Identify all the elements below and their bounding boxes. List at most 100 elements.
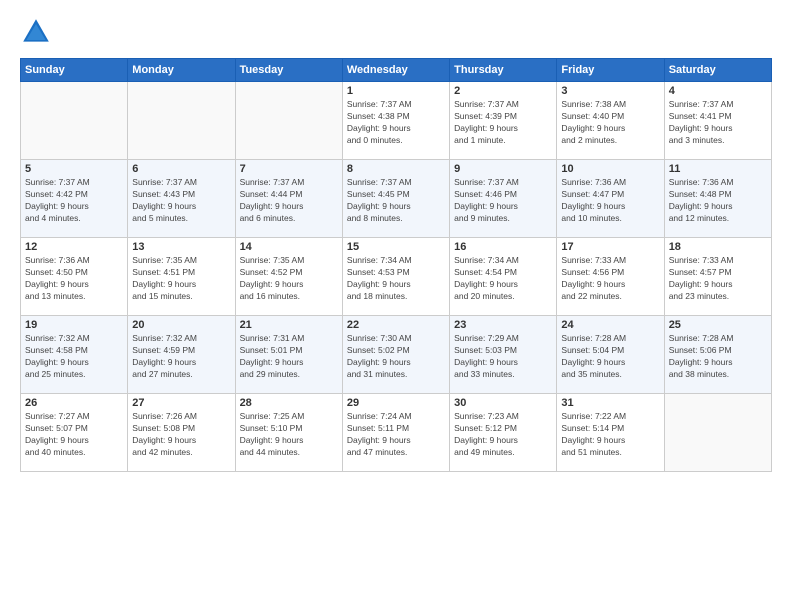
- calendar-cell: 14Sunrise: 7:35 AM Sunset: 4:52 PM Dayli…: [235, 238, 342, 316]
- logo-icon: [20, 16, 52, 48]
- calendar-cell: 31 Sunrise: 7:22 AM Sunset: 5:14 PM Dayli…: [557, 394, 664, 472]
- calendar-cell: 2 Sunrise: 7:37 AM Sunset: 4:39 PM Daylig…: [450, 82, 557, 160]
- day-number: 23: [454, 319, 552, 331]
- week-row-5: 26 Sunrise: 7:27 AM Sunset: 5:07 PM Dayli…: [21, 394, 772, 472]
- day-info: Sunrise: 7:37 AM Sunset: 4:45 PM Dayligh…: [347, 177, 445, 225]
- day-info: Sunrise: 7:37 AM Sunset: 4:43 PM Dayligh…: [132, 177, 230, 225]
- calendar-cell: 27 Sunrise: 7:26 AM Sunset: 5:08 PM Dayli…: [128, 394, 235, 472]
- calendar-cell: 11 Sunrise: 7:36 AM Sunset: 4:48 PM Dayli…: [664, 160, 771, 238]
- calendar-cell: 24Sunrise: 7:28 AM Sunset: 5:04 PM Dayli…: [557, 316, 664, 394]
- day-number: 30: [454, 397, 552, 409]
- calendar-cell: 30Sunrise: 7:23 AM Sunset: 5:12 PM Dayli…: [450, 394, 557, 472]
- calendar-cell: 28 Sunrise: 7:25 AM Sunset: 5:10 PM Dayli…: [235, 394, 342, 472]
- calendar-cell: 7Sunrise: 7:37 AM Sunset: 4:44 PM Daylig…: [235, 160, 342, 238]
- day-info: Sunrise: 7:35 AM Sunset: 4:51 PM Dayligh…: [132, 255, 230, 303]
- day-info: Sunrise: 7:28 AM Sunset: 5:06 PM Dayligh…: [669, 333, 767, 381]
- day-info: Sunrise: 7:33 AM Sunset: 4:56 PM Dayligh…: [561, 255, 659, 303]
- day-header-thursday: Thursday: [450, 59, 557, 82]
- day-number: 22: [347, 319, 445, 331]
- week-row-4: 19 Sunrise: 7:32 AM Sunset: 4:58 PM Dayli…: [21, 316, 772, 394]
- day-number: 31: [561, 397, 659, 409]
- day-number: 21: [240, 319, 338, 331]
- day-number: 17: [561, 241, 659, 253]
- day-number: 25: [669, 319, 767, 331]
- day-number: 20: [132, 319, 230, 331]
- day-number: 28: [240, 397, 338, 409]
- day-info: Sunrise: 7:37 AM Sunset: 4:39 PM Dayligh…: [454, 99, 552, 147]
- calendar-cell: 18Sunrise: 7:33 AM Sunset: 4:57 PM Dayli…: [664, 238, 771, 316]
- day-info: Sunrise: 7:32 AM Sunset: 4:59 PM Dayligh…: [132, 333, 230, 381]
- day-info: Sunrise: 7:33 AM Sunset: 4:57 PM Dayligh…: [669, 255, 767, 303]
- day-info: Sunrise: 7:28 AM Sunset: 5:04 PM Dayligh…: [561, 333, 659, 381]
- day-number: 16: [454, 241, 552, 253]
- day-number: 4: [669, 85, 767, 97]
- day-header-friday: Friday: [557, 59, 664, 82]
- day-number: 8: [347, 163, 445, 175]
- day-info: Sunrise: 7:37 AM Sunset: 4:38 PM Dayligh…: [347, 99, 445, 147]
- day-number: 6: [132, 163, 230, 175]
- calendar-cell: 16 Sunrise: 7:34 AM Sunset: 4:54 PM Dayli…: [450, 238, 557, 316]
- day-number: 9: [454, 163, 552, 175]
- calendar-cell: 8 Sunrise: 7:37 AM Sunset: 4:45 PM Daylig…: [342, 160, 449, 238]
- calendar-cell: 22 Sunrise: 7:30 AM Sunset: 5:02 PM Dayli…: [342, 316, 449, 394]
- day-info: Sunrise: 7:25 AM Sunset: 5:10 PM Dayligh…: [240, 411, 338, 459]
- calendar-cell: 3Sunrise: 7:38 AM Sunset: 4:40 PM Daylig…: [557, 82, 664, 160]
- day-number: 10: [561, 163, 659, 175]
- calendar-cell: 17 Sunrise: 7:33 AM Sunset: 4:56 PM Dayli…: [557, 238, 664, 316]
- day-number: 19: [25, 319, 123, 331]
- calendar-cell: [664, 394, 771, 472]
- day-header-tuesday: Tuesday: [235, 59, 342, 82]
- day-number: 12: [25, 241, 123, 253]
- header: [20, 16, 772, 48]
- calendar-cell: [128, 82, 235, 160]
- day-number: 1: [347, 85, 445, 97]
- calendar-cell: 13Sunrise: 7:35 AM Sunset: 4:51 PM Dayli…: [128, 238, 235, 316]
- day-info: Sunrise: 7:27 AM Sunset: 5:07 PM Dayligh…: [25, 411, 123, 459]
- day-number: 7: [240, 163, 338, 175]
- calendar-cell: 12 Sunrise: 7:36 AM Sunset: 4:50 PM Dayli…: [21, 238, 128, 316]
- day-header-sunday: Sunday: [21, 59, 128, 82]
- calendar-table: SundayMondayTuesdayWednesdayThursdayFrid…: [20, 58, 772, 472]
- calendar-cell: [21, 82, 128, 160]
- day-number: 14: [240, 241, 338, 253]
- day-number: 2: [454, 85, 552, 97]
- day-header-monday: Monday: [128, 59, 235, 82]
- day-info: Sunrise: 7:24 AM Sunset: 5:11 PM Dayligh…: [347, 411, 445, 459]
- day-info: Sunrise: 7:26 AM Sunset: 5:08 PM Dayligh…: [132, 411, 230, 459]
- day-info: Sunrise: 7:36 AM Sunset: 4:50 PM Dayligh…: [25, 255, 123, 303]
- header-row: SundayMondayTuesdayWednesdayThursdayFrid…: [21, 59, 772, 82]
- logo: [20, 16, 56, 48]
- calendar-cell: 10Sunrise: 7:36 AM Sunset: 4:47 PM Dayli…: [557, 160, 664, 238]
- week-row-3: 12 Sunrise: 7:36 AM Sunset: 4:50 PM Dayli…: [21, 238, 772, 316]
- calendar-cell: 29 Sunrise: 7:24 AM Sunset: 5:11 PM Dayli…: [342, 394, 449, 472]
- calendar-cell: 23Sunrise: 7:29 AM Sunset: 5:03 PM Dayli…: [450, 316, 557, 394]
- day-number: 5: [25, 163, 123, 175]
- calendar-cell: 26 Sunrise: 7:27 AM Sunset: 5:07 PM Dayli…: [21, 394, 128, 472]
- week-row-1: 1 Sunrise: 7:37 AM Sunset: 4:38 PM Daylig…: [21, 82, 772, 160]
- page: SundayMondayTuesdayWednesdayThursdayFrid…: [0, 0, 792, 612]
- calendar-cell: [235, 82, 342, 160]
- day-info: Sunrise: 7:30 AM Sunset: 5:02 PM Dayligh…: [347, 333, 445, 381]
- day-info: Sunrise: 7:37 AM Sunset: 4:46 PM Dayligh…: [454, 177, 552, 225]
- day-number: 27: [132, 397, 230, 409]
- calendar-cell: 6 Sunrise: 7:37 AM Sunset: 4:43 PM Daylig…: [128, 160, 235, 238]
- day-number: 15: [347, 241, 445, 253]
- calendar-cell: 9 Sunrise: 7:37 AM Sunset: 4:46 PM Daylig…: [450, 160, 557, 238]
- calendar-cell: 25 Sunrise: 7:28 AM Sunset: 5:06 PM Dayli…: [664, 316, 771, 394]
- calendar-cell: 15Sunrise: 7:34 AM Sunset: 4:53 PM Dayli…: [342, 238, 449, 316]
- day-info: Sunrise: 7:22 AM Sunset: 5:14 PM Dayligh…: [561, 411, 659, 459]
- calendar-cell: 5Sunrise: 7:37 AM Sunset: 4:42 PM Daylig…: [21, 160, 128, 238]
- day-number: 26: [25, 397, 123, 409]
- calendar-cell: 4 Sunrise: 7:37 AM Sunset: 4:41 PM Daylig…: [664, 82, 771, 160]
- day-info: Sunrise: 7:37 AM Sunset: 4:41 PM Dayligh…: [669, 99, 767, 147]
- calendar-cell: 1 Sunrise: 7:37 AM Sunset: 4:38 PM Daylig…: [342, 82, 449, 160]
- day-number: 3: [561, 85, 659, 97]
- day-info: Sunrise: 7:34 AM Sunset: 4:54 PM Dayligh…: [454, 255, 552, 303]
- day-number: 11: [669, 163, 767, 175]
- week-row-2: 5Sunrise: 7:37 AM Sunset: 4:42 PM Daylig…: [21, 160, 772, 238]
- day-info: Sunrise: 7:32 AM Sunset: 4:58 PM Dayligh…: [25, 333, 123, 381]
- day-number: 29: [347, 397, 445, 409]
- day-info: Sunrise: 7:36 AM Sunset: 4:48 PM Dayligh…: [669, 177, 767, 225]
- day-info: Sunrise: 7:31 AM Sunset: 5:01 PM Dayligh…: [240, 333, 338, 381]
- day-header-wednesday: Wednesday: [342, 59, 449, 82]
